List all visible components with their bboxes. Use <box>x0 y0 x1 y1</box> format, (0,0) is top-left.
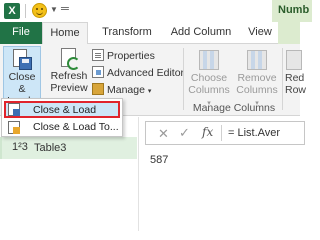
remove-columns-button[interactable]: Remove Columns ▾ <box>234 46 280 107</box>
reduce-rows-line2: Row <box>285 84 307 96</box>
title-bar: X ▼ ═ Numb <box>0 0 312 22</box>
query-name: Table3 <box>34 142 67 154</box>
advanced-editor-button[interactable]: Advanced Editor <box>92 65 184 81</box>
ribbon-tab-strip: File Home Transform Add Column View <box>0 22 300 45</box>
advanced-editor-label: Advanced Editor <box>107 67 185 79</box>
refresh-label-line2: Preview <box>50 82 88 94</box>
tab-file[interactable]: File <box>0 22 42 44</box>
ribbon-group-separator <box>183 48 184 110</box>
manage-button[interactable]: Manage ▾ <box>92 82 151 98</box>
properties-label: Properties <box>107 50 155 62</box>
context-tab-title: Numb <box>272 0 312 22</box>
properties-icon <box>92 49 104 62</box>
reduce-rows-button[interactable]: Red Row <box>284 46 310 100</box>
ribbon-group-separator <box>282 48 283 110</box>
menu-item-label: Close & Load <box>33 104 97 116</box>
advanced-editor-icon <box>92 66 104 79</box>
fx-icon[interactable]: fx <box>202 125 213 139</box>
close-load-icon <box>8 103 20 116</box>
tab-transform[interactable]: Transform <box>96 22 158 44</box>
remove-columns-icon <box>247 50 267 70</box>
query-item[interactable]: 1²3 Table3 <box>0 137 137 159</box>
reduce-rows-icon <box>286 50 302 70</box>
reduce-rows-line1: Red <box>285 72 305 84</box>
excel-icon: X <box>4 3 20 19</box>
chevron-down-icon: ▾ <box>147 88 152 95</box>
pane-divider[interactable] <box>138 117 139 231</box>
smiley-feedback-icon[interactable] <box>32 3 47 18</box>
choose-columns-icon <box>199 50 219 70</box>
choose-columns-line1: Choose <box>190 72 228 84</box>
refresh-preview-button[interactable]: Refresh Preview ▾ <box>49 46 89 105</box>
dropdown-arrow-icon[interactable]: ▼ <box>50 5 58 14</box>
tab-home[interactable]: Home <box>42 22 88 45</box>
manage-columns-group-label: Manage Columns <box>192 102 276 114</box>
menu-item-label: Close & Load To... <box>33 121 119 133</box>
tab-add-column[interactable]: Add Column <box>162 22 240 44</box>
manage-label: Manage <box>107 84 145 96</box>
choose-columns-button[interactable]: Choose Columns ▾ <box>186 46 232 107</box>
manage-icon <box>92 83 104 96</box>
formula-bar: ✕ ✓ fx = List.Aver <box>145 121 305 145</box>
result-value: 587 <box>150 154 169 166</box>
close-load-icon <box>11 49 33 71</box>
close-load-label-line1: Close & <box>8 71 36 95</box>
menu-item-close-load[interactable]: Close & Load <box>4 101 120 118</box>
check-icon[interactable]: ✓ <box>179 125 190 141</box>
choose-columns-line2: Columns <box>188 84 230 96</box>
formula-bar-separator <box>221 125 222 141</box>
tab-context[interactable] <box>278 22 300 44</box>
refresh-label-line1: Refresh <box>50 70 88 82</box>
properties-button[interactable]: Properties <box>92 48 155 64</box>
cancel-icon[interactable]: ✕ <box>158 126 169 142</box>
remove-columns-line2: Columns <box>236 84 278 96</box>
quick-access-separator <box>25 4 26 18</box>
number-type-icon: 1²3 <box>12 141 28 153</box>
context-tab-title-text: Numb <box>278 4 310 16</box>
close-load-button[interactable]: Close & Load ▾ <box>3 46 41 107</box>
customize-icon[interactable]: ═ <box>61 3 69 15</box>
formula-input[interactable]: = List.Aver <box>228 127 280 139</box>
close-load-to-icon <box>8 121 20 134</box>
close-load-dropdown-menu: Close & Load Close & Load To... <box>1 98 123 137</box>
remove-columns-line1: Remove <box>237 72 277 84</box>
tab-view[interactable]: View <box>242 22 278 44</box>
refresh-icon <box>58 48 80 70</box>
menu-item-close-load-to[interactable]: Close & Load To... <box>4 119 120 136</box>
